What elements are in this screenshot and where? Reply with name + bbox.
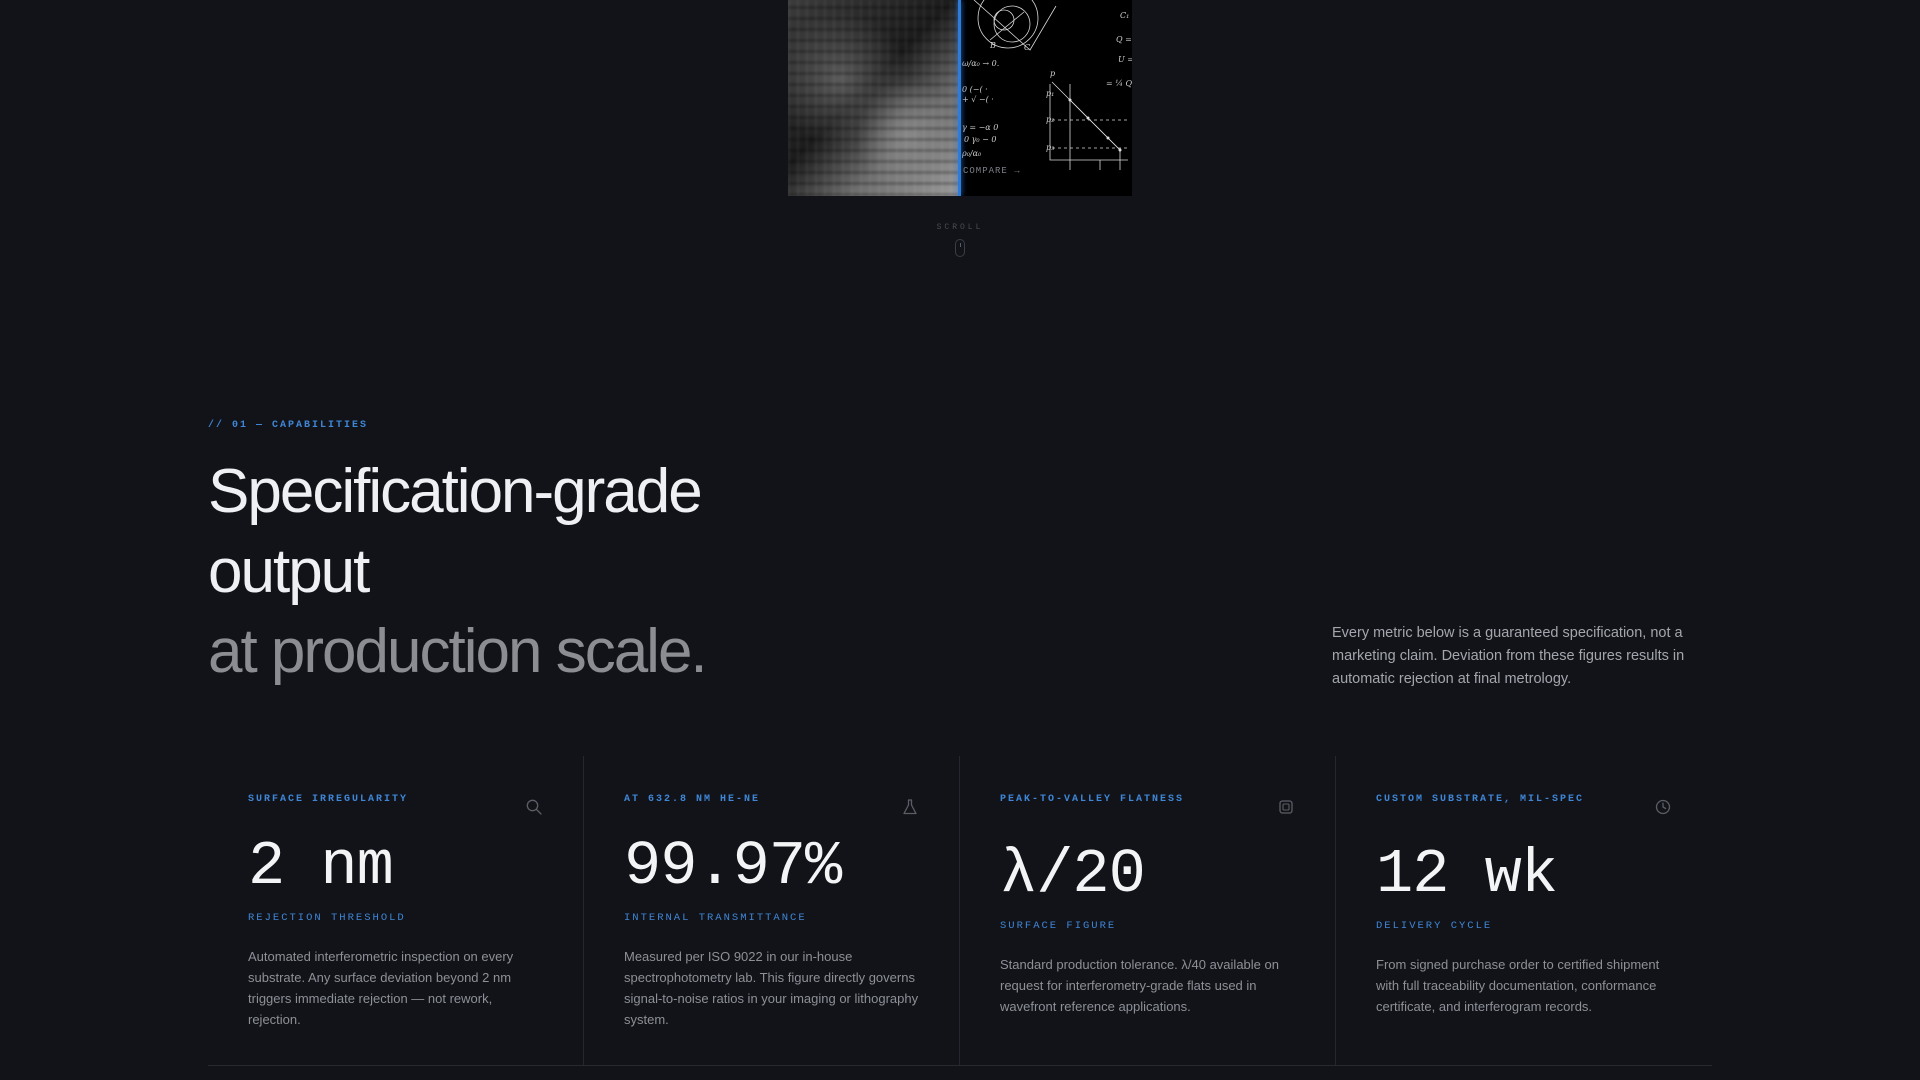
- svg-text:p₁: p₁: [1046, 89, 1054, 98]
- headline-line-2: output: [208, 537, 370, 606]
- metric-card-delivery: CUSTOM SUBSTRATE, MIL-SPEC 12 wk DELIVER…: [1336, 756, 1712, 1065]
- metric-caption: REJECTION THRESHOLD: [248, 912, 406, 924]
- metric-caption: DELIVERY CYCLE: [1376, 920, 1493, 932]
- magnifier-icon: [526, 799, 542, 815]
- metric-value: 2 nm: [248, 831, 394, 902]
- headline-line-1: Specification-grade: [208, 457, 703, 526]
- svg-text:C₁: C₁: [1120, 11, 1129, 20]
- section-headline: Specification-grade output at production…: [208, 452, 908, 692]
- svg-text:0 γ₀ − 0: 0 γ₀ − 0: [964, 135, 997, 144]
- section-eyebrow: // 01 — CAPABILITIES: [208, 420, 369, 431]
- page: C₁ Q = U = ω/α₀ → 0. 0 (−( · + √ −( · γ …: [0, 0, 1920, 1080]
- flask-icon: [903, 799, 917, 815]
- compare-drag-handle[interactable]: [958, 0, 961, 196]
- image-compare-slider[interactable]: C₁ Q = U = ω/α₀ → 0. 0 (−( · + √ −( · γ …: [788, 0, 1132, 196]
- metric-description: Standard production tolerance. λ/40 avai…: [1000, 957, 1279, 1014]
- svg-text:p₂: p₂: [1046, 115, 1054, 124]
- compare-photo-before: [788, 0, 960, 196]
- metric-kicker: CUSTOM SUBSTRATE, MIL-SPEC: [1376, 794, 1585, 805]
- svg-text:ρ₀/α₀: ρ₀/α₀: [961, 149, 982, 158]
- svg-text:Q =: Q =: [1116, 35, 1132, 44]
- mouse-scroll-icon: [955, 239, 965, 257]
- metric-kicker: SURFACE IRREGULARITY: [248, 794, 409, 805]
- metric-kicker: AT 632.8 NM HE-NE: [624, 794, 761, 805]
- svg-text:p: p: [1050, 69, 1055, 78]
- metric-kicker: PEAK-TO-VALLEY FLATNESS: [1000, 794, 1185, 805]
- svg-text:U =: U =: [1118, 55, 1132, 64]
- clock-icon: [1655, 799, 1671, 815]
- svg-text:γ = −α 0: γ = −α 0: [962, 123, 998, 132]
- metric-description: Automated interferometric inspection on …: [248, 949, 514, 1027]
- metric-card-flatness: PEAK-TO-VALLEY FLATNESS λ/20 SURFACE FIG…: [960, 756, 1336, 1065]
- svg-text:C: C: [1024, 43, 1030, 52]
- headline-line-3: at production scale.: [208, 617, 708, 686]
- svg-text:ω/α₀ → 0.: ω/α₀ → 0.: [962, 59, 999, 68]
- svg-text:p₃: p₃: [1046, 143, 1054, 152]
- metric-caption: SURFACE FIGURE: [1000, 920, 1117, 932]
- svg-text:+ √ −( ·: + √ −( ·: [962, 95, 994, 104]
- chip-icon: [1279, 800, 1293, 814]
- metric-value: 99.97%: [624, 831, 842, 902]
- svg-text:B: B: [989, 41, 996, 50]
- scroll-indicator[interactable]: SCROLL: [0, 223, 1920, 257]
- svg-text:= ¼ Q: = ¼ Q: [1106, 79, 1132, 88]
- metric-caption: INTERNAL TRANSMITTANCE: [624, 912, 807, 924]
- metric-value: λ/20: [1000, 839, 1146, 910]
- metrics-grid: SURFACE IRREGULARITY 2 nm REJECTION THRE…: [208, 756, 1712, 1066]
- metric-description: Measured per ISO 9022 in our in-house sp…: [624, 949, 919, 1027]
- compare-label[interactable]: COMPARE →: [963, 166, 1021, 176]
- metric-value: 12 wk: [1376, 839, 1558, 910]
- metric-card-transmittance: AT 632.8 NM HE-NE 99.97% INTERNAL TRANSM…: [584, 756, 960, 1065]
- metric-description: From signed purchase order to certified …: [1376, 957, 1660, 1014]
- section-intro: Every metric below is a guaranteed speci…: [1332, 625, 1685, 687]
- scroll-label: SCROLL: [936, 223, 984, 232]
- svg-text:0 (−( ·: 0 (−( ·: [962, 85, 988, 94]
- metric-card-irregularity: SURFACE IRREGULARITY 2 nm REJECTION THRE…: [208, 756, 584, 1065]
